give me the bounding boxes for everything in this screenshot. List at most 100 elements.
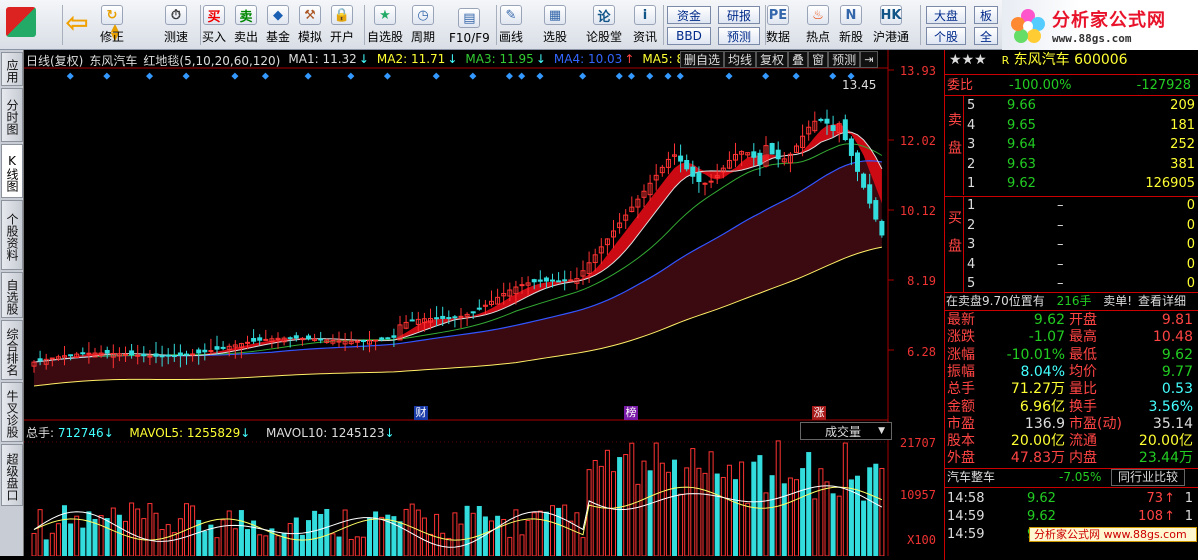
toolbar-button-0[interactable]: ↻ 修正 [100,2,124,48]
tick-volume: 73 [1146,491,1163,506]
toolbar-button-3[interactable]: 卖卖出 [234,2,258,48]
toolbar-button-13[interactable]: i 资讯 [633,2,657,48]
toolbar-box-6[interactable]: 个股 [926,27,966,45]
stat-value: 23.44万 [1138,450,1193,467]
toolbar-button-1[interactable]: ⏱ 测速 [164,2,188,48]
left-tab-6[interactable]: 牛叉诊股 [1,382,23,442]
stat-row-8: 外盘 47.83万 内盘 23.44万 [947,450,1197,467]
ma-value: 10.03 [587,52,623,66]
toolbar-button-8[interactable]: ◷ 周期 [411,2,435,48]
stat-label: 均价 [1069,363,1097,380]
toolbar-button-5[interactable]: ⚒ 模拟 [298,2,322,48]
chart-btn-5[interactable]: 预测 [828,51,861,68]
event-marker-0[interactable]: 财 [414,406,428,420]
pin-icon[interactable]: ⇥ [860,51,878,68]
flower-logo-icon [1011,9,1045,43]
notice-volume: 216手 [1056,294,1092,308]
stat-label: 振幅 [947,363,975,380]
stat-value: 20.00亿 [1138,433,1193,450]
toolbar-icon-15: ♨ [807,5,829,25]
left-tab-2[interactable]: K线图 [1,144,23,198]
toolbar-button-7[interactable]: ★ 自选股 [367,2,403,48]
ma-label: MA2: [376,52,408,66]
left-tab-0[interactable]: 应用 [1,52,23,86]
price-axis-label: 6.28 [907,345,936,359]
buy-price: – [1057,256,1064,272]
buy-row-1: 2 – 0 [965,217,1197,234]
back-button[interactable]: ⇦ [62,2,92,48]
stat-row-3: 振幅 8.04% 均价 9.77 [947,364,1197,381]
ma-item-1: MA2: 11.71 ↓ [377,52,458,68]
toolbar-button-15[interactable]: ♨ 热点 [806,2,830,48]
toolbar-icon-4: ◆ [267,5,289,25]
toolbar-button-label: 数据 [766,30,791,44]
stat-value: 6.96亿 [1019,398,1065,415]
toolbar-icon-5: ⚒ [299,5,321,25]
left-tab-7[interactable]: 超级盘口 [1,444,23,506]
toolbar-button-12[interactable]: 论论股堂 [586,2,622,48]
chart-btn-0[interactable]: 删自选 [680,51,725,68]
left-tab-4[interactable]: 自选股 [1,272,23,318]
toolbar-icon-2: 买 [203,5,225,25]
toolbar-button-11[interactable]: ▦ 选股 [543,2,567,48]
chart-btn-1[interactable]: 均线 [724,51,757,68]
event-marker-2[interactable]: 涨 [812,406,826,420]
stat-row-2: 涨幅 -10.01% 最低 9.62 [947,347,1197,364]
toolbar-box-1[interactable]: 研报 [718,6,760,24]
sell-level: 4 [967,117,976,133]
stat-row-6: 市盈 136.9 市盈(动) 35.14 [947,416,1197,433]
toolbar-button-14[interactable]: PE 数据 [766,2,790,48]
ma-value: 11.95 [499,52,534,66]
notice-detail-link[interactable]: 查看详细 [1138,294,1186,308]
sell-row-4: 1 9.62 126905 [965,175,1197,192]
industry-compare-button[interactable]: 同行业比较 [1111,469,1186,486]
stat-value: 8.04% [1020,363,1065,380]
buy-volume: 0 [1186,276,1195,291]
back-arrow-icon: ⇦ [65,5,89,39]
price-axis-label: 12.02 [899,134,936,148]
toolbar-button-4[interactable]: ◆ 基金 [266,2,290,48]
toolbar-button-16[interactable]: N 新股 [839,2,863,48]
stat-value: -10.01% [1006,346,1065,363]
chart-btn-3[interactable]: 叠 [788,51,809,68]
toolbar-button-2[interactable]: 买买入 [202,2,226,48]
app-logo-icon[interactable] [6,2,36,48]
price-axis-label: 10.12 [899,204,936,218]
left-tab-5[interactable]: 综合排名 [1,320,23,380]
toolbar-button-6[interactable]: 🔒 开户 [330,2,354,48]
event-marker-1[interactable]: 榜 [624,406,638,420]
stat-label: 量比 [1069,381,1097,398]
chart-period: 日线(复权) [26,54,84,68]
toolbar-button-17[interactable]: HK 沪港通 [873,2,909,48]
toolbar-button-label: 周期 [411,30,436,44]
sell-level: 2 [967,156,976,172]
sector-name[interactable]: 汽车整车 [947,470,995,484]
toolbar-box-2[interactable]: BBD [667,27,711,45]
stat-value: 47.83万 [1010,450,1065,467]
buy-price: – [1057,217,1064,233]
toolbar-box-3[interactable]: 预测 [718,27,760,45]
notice-action: 卖单! [1103,294,1133,308]
toolbar-button-9[interactable]: ▤ F10/F9 [449,2,490,48]
chart-btn-4[interactable]: 窗 [808,51,829,68]
chart-btn-2[interactable]: 复权 [756,51,789,68]
sell-volume: 126905 [1145,176,1195,191]
notice-row: 在卖盘9.70位置有 216手 卖单! 查看详细 [946,293,1186,310]
buy-level: 5 [967,276,976,291]
left-tab-1[interactable]: 分时图 [1,88,23,142]
toolbar-box-5[interactable]: 板 [974,6,998,24]
toolbar-box-0[interactable]: 资金 [667,6,711,24]
toolbar-box-7[interactable]: 全 [974,27,998,45]
price-axis-label: 13.93 [899,64,936,78]
chart-indicator: 红地毯(5,10,20,60,120) [143,54,281,68]
sector-row: 汽车整车 -7.05% 同行业比较 [947,469,1197,486]
toolbar-button-10[interactable]: ✎ 画线 [499,2,523,48]
buy-row-2: 3 – 0 [965,236,1197,253]
volume-indicator-select[interactable]: 成交量 ▼ [800,422,892,440]
kline-chart[interactable]: 日线(复权) 东风汽车 红地毯(5,10,20,60,120) MA1: 11.… [24,50,944,556]
kline-chart-canvas[interactable] [24,50,944,556]
ma-value: 11.71 [410,52,446,66]
left-tab-3[interactable]: 个股资料 [1,200,23,270]
toolbar-box-4[interactable]: 大盘 [926,6,966,24]
stat-label: 涨跌 [947,329,975,346]
